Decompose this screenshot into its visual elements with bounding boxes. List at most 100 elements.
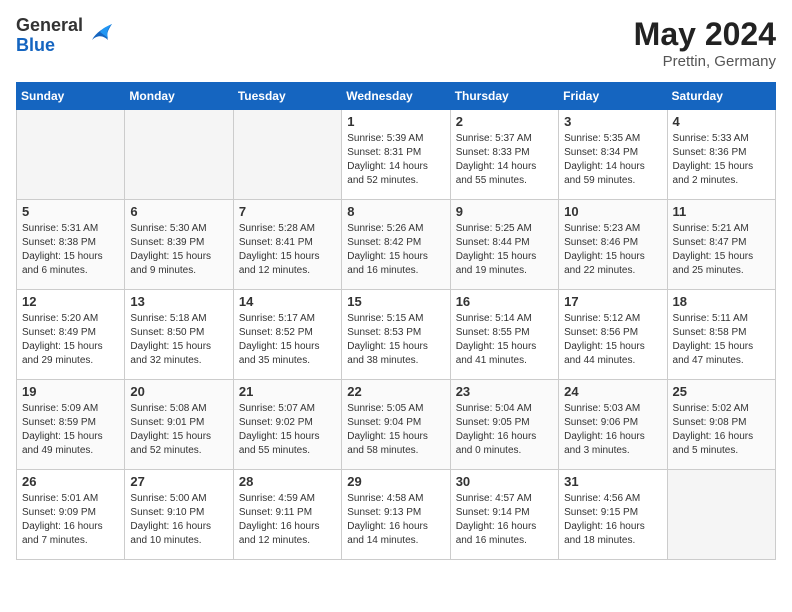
calendar-week-row: 12 Sunrise: 5:20 AM Sunset: 8:49 PM Dayli… (17, 290, 776, 380)
day-info: Sunrise: 5:39 AM Sunset: 8:31 PM Dayligh… (347, 132, 444, 188)
day-number: 31 (564, 474, 661, 489)
weekday-header: Thursday (450, 83, 558, 110)
day-number: 29 (347, 474, 444, 489)
day-info: Sunrise: 5:23 AM Sunset: 8:46 PM Dayligh… (564, 222, 661, 278)
calendar-cell: 27 Sunrise: 5:00 AM Sunset: 9:10 PM Dayli… (125, 470, 233, 560)
day-number: 10 (564, 204, 661, 219)
weekday-header: Monday (125, 83, 233, 110)
day-number: 9 (456, 204, 553, 219)
calendar-cell: 1 Sunrise: 5:39 AM Sunset: 8:31 PM Daylig… (342, 110, 450, 200)
calendar-cell: 18Sunrise: 5:11 AM Sunset: 8:58 PM Dayli… (667, 290, 775, 380)
day-info: Sunrise: 4:59 AM Sunset: 9:11 PM Dayligh… (239, 492, 336, 548)
day-info: Sunrise: 5:02 AM Sunset: 9:08 PM Dayligh… (673, 402, 770, 458)
logo-general: General (16, 16, 83, 36)
day-number: 20 (130, 384, 227, 399)
calendar-table: SundayMondayTuesdayWednesdayThursdayFrid… (16, 82, 776, 560)
day-number: 3 (564, 114, 661, 129)
day-number: 4 (673, 114, 770, 129)
logo-bird-icon (86, 18, 116, 53)
weekday-header: Friday (559, 83, 667, 110)
day-number: 17 (564, 294, 661, 309)
calendar-cell: 14Sunrise: 5:17 AM Sunset: 8:52 PM Dayli… (233, 290, 341, 380)
day-number: 25 (673, 384, 770, 399)
calendar-cell: 2 Sunrise: 5:37 AM Sunset: 8:33 PM Daylig… (450, 110, 558, 200)
day-number: 7 (239, 204, 336, 219)
calendar-cell: 19 Sunrise: 5:09 AM Sunset: 8:59 PM Dayli… (17, 380, 125, 470)
day-info: Sunrise: 5:12 AM Sunset: 8:56 PM Dayligh… (564, 312, 661, 368)
day-info: Sunrise: 5:35 AM Sunset: 8:34 PM Dayligh… (564, 132, 661, 188)
calendar-cell: 16 Sunrise: 5:14 AM Sunset: 8:55 PM Dayli… (450, 290, 558, 380)
calendar-cell: 6 Sunrise: 5:30 AM Sunset: 8:39 PM Daylig… (125, 200, 233, 290)
day-info: Sunrise: 5:37 AM Sunset: 8:33 PM Dayligh… (456, 132, 553, 188)
weekday-header: Tuesday (233, 83, 341, 110)
calendar-cell: 26 Sunrise: 5:01 AM Sunset: 9:09 PM Dayli… (17, 470, 125, 560)
calendar-cell (125, 110, 233, 200)
title-block: May 2024 Prettin, Germany (634, 16, 776, 70)
day-info: Sunrise: 5:03 AM Sunset: 9:06 PM Dayligh… (564, 402, 661, 458)
calendar-cell: 30Sunrise: 4:57 AM Sunset: 9:14 PM Dayli… (450, 470, 558, 560)
day-info: Sunrise: 5:14 AM Sunset: 8:55 PM Dayligh… (456, 312, 553, 368)
day-number: 15 (347, 294, 444, 309)
calendar-cell: 8Sunrise: 5:26 AM Sunset: 8:42 PM Daylig… (342, 200, 450, 290)
day-number: 14 (239, 294, 336, 309)
weekday-header-row: SundayMondayTuesdayWednesdayThursdayFrid… (17, 83, 776, 110)
day-info: Sunrise: 4:58 AM Sunset: 9:13 PM Dayligh… (347, 492, 444, 548)
calendar-cell: 5Sunrise: 5:31 AM Sunset: 8:38 PM Daylig… (17, 200, 125, 290)
day-info: Sunrise: 5:28 AM Sunset: 8:41 PM Dayligh… (239, 222, 336, 278)
day-info: Sunrise: 4:56 AM Sunset: 9:15 PM Dayligh… (564, 492, 661, 548)
logo: General Blue (16, 16, 116, 56)
day-number: 30 (456, 474, 553, 489)
day-info: Sunrise: 5:15 AM Sunset: 8:53 PM Dayligh… (347, 312, 444, 368)
day-number: 26 (22, 474, 119, 489)
day-number: 19 (22, 384, 119, 399)
calendar-cell: 17 Sunrise: 5:12 AM Sunset: 8:56 PM Dayli… (559, 290, 667, 380)
day-info: Sunrise: 5:01 AM Sunset: 9:09 PM Dayligh… (22, 492, 119, 548)
day-number: 13 (130, 294, 227, 309)
day-number: 21 (239, 384, 336, 399)
day-info: Sunrise: 5:05 AM Sunset: 9:04 PM Dayligh… (347, 402, 444, 458)
calendar-cell: 15 Sunrise: 5:15 AM Sunset: 8:53 PM Dayli… (342, 290, 450, 380)
day-number: 2 (456, 114, 553, 129)
day-number: 5 (22, 204, 119, 219)
day-number: 23 (456, 384, 553, 399)
day-info: Sunrise: 5:26 AM Sunset: 8:42 PM Dayligh… (347, 222, 444, 278)
calendar-cell: 21 Sunrise: 5:07 AM Sunset: 9:02 PM Dayli… (233, 380, 341, 470)
day-info: Sunrise: 5:07 AM Sunset: 9:02 PM Dayligh… (239, 402, 336, 458)
day-info: Sunrise: 5:20 AM Sunset: 8:49 PM Dayligh… (22, 312, 119, 368)
calendar-cell: 25 Sunrise: 5:02 AM Sunset: 9:08 PM Dayli… (667, 380, 775, 470)
calendar-week-row: 26 Sunrise: 5:01 AM Sunset: 9:09 PM Dayli… (17, 470, 776, 560)
page-header: General Blue May 2024 Prettin, Germany (16, 16, 776, 70)
month-title: May 2024 (634, 16, 776, 53)
calendar-cell: 24 Sunrise: 5:03 AM Sunset: 9:06 PM Dayli… (559, 380, 667, 470)
day-info: Sunrise: 5:09 AM Sunset: 8:59 PM Dayligh… (22, 402, 119, 458)
day-info: Sunrise: 5:30 AM Sunset: 8:39 PM Dayligh… (130, 222, 227, 278)
weekday-header: Wednesday (342, 83, 450, 110)
calendar-cell: 7 Sunrise: 5:28 AM Sunset: 8:41 PM Daylig… (233, 200, 341, 290)
day-number: 24 (564, 384, 661, 399)
calendar-cell: 11 Sunrise: 5:21 AM Sunset: 8:47 PM Dayli… (667, 200, 775, 290)
day-info: Sunrise: 5:04 AM Sunset: 9:05 PM Dayligh… (456, 402, 553, 458)
calendar-cell (233, 110, 341, 200)
calendar-cell: 10 Sunrise: 5:23 AM Sunset: 8:46 PM Dayli… (559, 200, 667, 290)
day-number: 1 (347, 114, 444, 129)
calendar-cell (667, 470, 775, 560)
calendar-cell: 4Sunrise: 5:33 AM Sunset: 8:36 PM Daylig… (667, 110, 775, 200)
calendar-week-row: 1 Sunrise: 5:39 AM Sunset: 8:31 PM Daylig… (17, 110, 776, 200)
calendar-cell: 20Sunrise: 5:08 AM Sunset: 9:01 PM Dayli… (125, 380, 233, 470)
weekday-header: Saturday (667, 83, 775, 110)
day-number: 16 (456, 294, 553, 309)
weekday-header: Sunday (17, 83, 125, 110)
day-number: 6 (130, 204, 227, 219)
logo-blue: Blue (16, 36, 83, 56)
day-number: 27 (130, 474, 227, 489)
calendar-cell (17, 110, 125, 200)
day-number: 12 (22, 294, 119, 309)
calendar-cell: 12 Sunrise: 5:20 AM Sunset: 8:49 PM Dayli… (17, 290, 125, 380)
day-info: Sunrise: 5:21 AM Sunset: 8:47 PM Dayligh… (673, 222, 770, 278)
day-info: Sunrise: 5:00 AM Sunset: 9:10 PM Dayligh… (130, 492, 227, 548)
calendar-cell: 9 Sunrise: 5:25 AM Sunset: 8:44 PM Daylig… (450, 200, 558, 290)
day-number: 18 (673, 294, 770, 309)
day-number: 11 (673, 204, 770, 219)
calendar-cell: 28Sunrise: 4:59 AM Sunset: 9:11 PM Dayli… (233, 470, 341, 560)
day-info: Sunrise: 5:25 AM Sunset: 8:44 PM Dayligh… (456, 222, 553, 278)
